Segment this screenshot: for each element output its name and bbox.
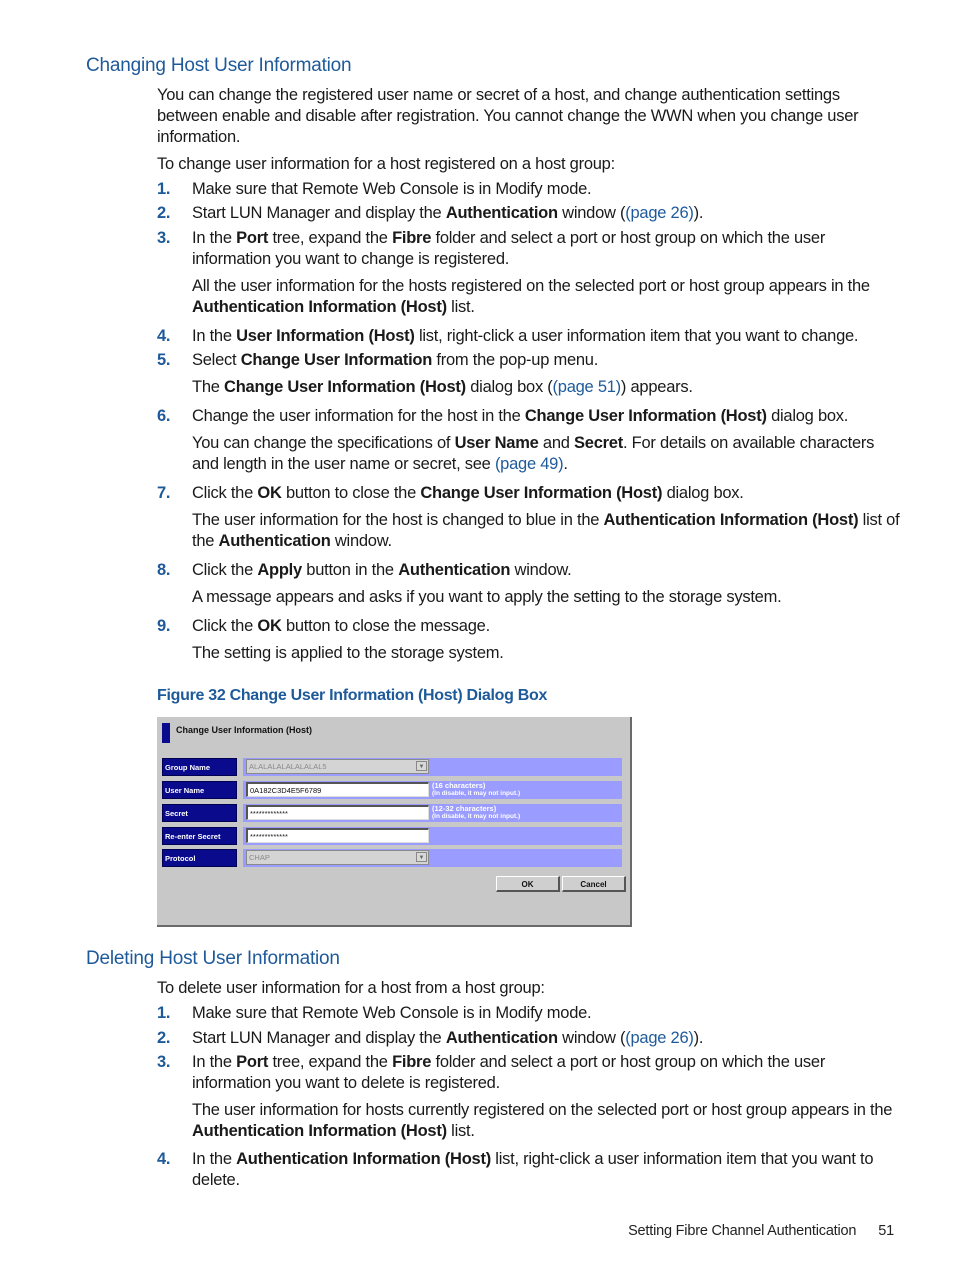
user-name-label: User Name — [162, 781, 237, 799]
protocol-select[interactable]: CHAP ▼ — [246, 850, 429, 865]
page-link[interactable]: (page 26) — [625, 204, 694, 222]
step-number: 4. — [157, 327, 171, 345]
page-number: 51 — [878, 1223, 894, 1239]
step-5-note: The Change User Information (Host) dialo… — [192, 378, 693, 396]
change-user-info-dialog: Change User Information (Host) Group Nam… — [157, 717, 632, 927]
page-link[interactable]: (page 49) — [495, 455, 564, 473]
reenter-secret-input[interactable]: ************* — [246, 828, 429, 843]
step-4: 4. In the User Information (Host) list, … — [157, 326, 902, 347]
delete-step-2: 2. Start LUN Manager and display the Aut… — [157, 1028, 902, 1049]
page-link[interactable]: (page 51) — [553, 378, 622, 396]
step-number: 4. — [157, 1150, 171, 1168]
step-text: Make sure that Remote Web Console is in … — [192, 180, 592, 198]
group-name-row: Group Name ALALALALALALALAL5 ▼ — [162, 758, 622, 776]
page-link[interactable]: (page 26) — [625, 1029, 694, 1047]
step-text: Start LUN Manager and display the Authen… — [192, 1029, 704, 1047]
user-name-row: User Name 0A182C3D4E5F6789 (16 character… — [162, 781, 622, 799]
reenter-secret-row: Re-enter Secret ************* — [162, 827, 622, 845]
user-name-hint: (16 characters) (In disable, it may not i… — [432, 781, 521, 798]
step-text: In the Authentication Information (Host)… — [192, 1150, 874, 1189]
step-number: 8. — [157, 561, 171, 579]
step-text: Change the user information for the host… — [192, 407, 849, 425]
step-7-note: The user information for the host is cha… — [192, 511, 900, 550]
step-text: In the Port tree, expand the Fibre folde… — [192, 1053, 826, 1092]
footer-title: Setting Fibre Channel Authentication — [628, 1223, 857, 1239]
title-marker — [162, 723, 170, 743]
step-text: Click the OK button to close the Change … — [192, 484, 744, 502]
cancel-button[interactable]: Cancel — [562, 876, 626, 892]
ok-button[interactable]: OK — [496, 876, 560, 892]
group-name-label: Group Name — [162, 758, 237, 776]
secret-input[interactable]: ************* — [246, 805, 429, 820]
step-text: Click the OK button to close the message… — [192, 617, 490, 635]
delete-step-1: 1. Make sure that Remote Web Console is … — [157, 1003, 902, 1024]
step-1: 1. Make sure that Remote Web Console is … — [157, 179, 902, 200]
page-footer: Setting Fibre Channel Authentication 51 — [628, 1223, 894, 1239]
step-number: 3. — [157, 1053, 171, 1071]
step-5: 5. Select Change User Information from t… — [157, 350, 902, 371]
intro-paragraph: You can change the registered user name … — [157, 86, 859, 146]
step-text: In the User Information (Host) list, rig… — [192, 327, 859, 345]
step-number: 3. — [157, 229, 171, 247]
delete-step-3-note: The user information for hosts currently… — [192, 1101, 893, 1140]
step-text: Start LUN Manager and display the Authen… — [192, 204, 704, 222]
step-number: 1. — [157, 1004, 171, 1022]
step-9-note: The setting is applied to the storage sy… — [192, 644, 504, 662]
secret-row: Secret ************* (12-32 characters)(… — [162, 804, 622, 822]
delete-step-3: 3. In the Port tree, expand the Fibre fo… — [157, 1052, 902, 1094]
group-name-select[interactable]: ALALALALALALALAL5 ▼ — [246, 759, 429, 774]
lead-paragraph: To change user information for a host re… — [157, 155, 615, 173]
step-6-note: You can change the specifications of Use… — [192, 434, 875, 473]
step-3: 3. In the Port tree, expand the Fibre fo… — [157, 228, 902, 270]
step-3-note: All the user information for the hosts r… — [192, 277, 870, 316]
section-heading-changing: Changing Host User Information — [86, 55, 352, 76]
figure-caption: Figure 32 Change User Information (Host)… — [157, 687, 548, 704]
step-8-note: A message appears and asks if you want t… — [192, 588, 782, 606]
step-2: 2. Start LUN Manager and display the Aut… — [157, 203, 902, 224]
step-7: 7. Click the OK button to close the Chan… — [157, 483, 902, 504]
protocol-label: Protocol — [162, 849, 237, 867]
step-number: 9. — [157, 617, 171, 635]
reenter-secret-label: Re-enter Secret — [162, 827, 237, 845]
step-number: 2. — [157, 204, 171, 222]
step-text: Click the Apply button in the Authentica… — [192, 561, 572, 579]
dialog-title: Change User Information (Host) — [176, 725, 313, 735]
lead-paragraph-2: To delete user information for a host fr… — [157, 979, 545, 997]
secret-hint: (12-32 characters) (In disable, it may no… — [432, 804, 521, 821]
section-heading-deleting: Deleting Host User Information — [86, 948, 340, 969]
chevron-down-icon[interactable]: ▼ — [416, 761, 427, 771]
step-6: 6. Change the user information for the h… — [157, 406, 902, 427]
step-number: 2. — [157, 1029, 171, 1047]
step-8: 8. Click the Apply button in the Authent… — [157, 560, 902, 581]
user-name-input[interactable]: 0A182C3D4E5F6789 — [246, 782, 429, 797]
step-number: 5. — [157, 351, 171, 369]
delete-step-4: 4. In the Authentication Information (Ho… — [157, 1149, 902, 1191]
step-number: 1. — [157, 180, 171, 198]
protocol-row: Protocol CHAP ▼ — [162, 849, 622, 867]
secret-label: Secret — [162, 804, 237, 822]
step-text: In the Port tree, expand the Fibre folde… — [192, 229, 826, 268]
step-number: 6. — [157, 407, 171, 425]
step-number: 7. — [157, 484, 171, 502]
step-text: Make sure that Remote Web Console is in … — [192, 1004, 592, 1022]
step-text: Select Change User Information from the … — [192, 351, 599, 369]
chevron-down-icon[interactable]: ▼ — [416, 852, 427, 862]
step-9: 9. Click the OK button to close the mess… — [157, 616, 902, 637]
